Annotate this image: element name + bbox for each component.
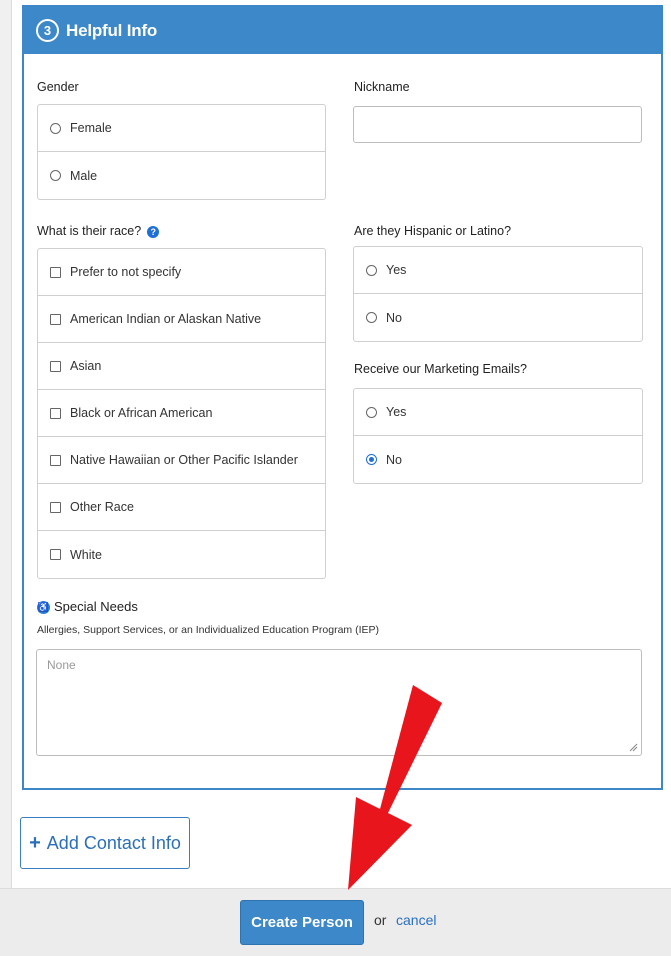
radio-selected-icon[interactable] (366, 454, 377, 465)
hispanic-option-no[interactable]: No (354, 294, 642, 341)
race-option-american-indian[interactable]: American Indian or Alaskan Native (38, 296, 325, 343)
add-contact-info-button[interactable]: + Add Contact Info (20, 817, 190, 869)
radio-icon[interactable] (366, 312, 377, 323)
red-arrow-annotation (348, 685, 442, 890)
race-option-label: Asian (70, 359, 102, 373)
race-option-label: Black or African American (70, 406, 213, 420)
checkbox-icon[interactable] (50, 313, 61, 325)
create-person-button[interactable]: Create Person (240, 900, 364, 945)
accessibility-icon: ♿ (37, 601, 50, 615)
special-needs-label-text: Special Needs (54, 599, 138, 614)
checkbox-icon[interactable] (50, 454, 61, 466)
gender-options: Female Male (37, 104, 326, 200)
race-option-asian[interactable]: Asian (38, 343, 325, 390)
resize-grip-icon[interactable] (628, 742, 638, 752)
gender-option-label: Male (70, 168, 98, 183)
gender-option-female[interactable]: Female (38, 105, 325, 152)
panel-title: Helpful Info (66, 20, 158, 40)
checkbox-icon[interactable] (50, 266, 61, 278)
race-option-label: Native Hawaiian or Other Pacific Islande… (70, 453, 298, 467)
marketing-option-label: No (386, 452, 402, 467)
radio-icon[interactable] (366, 406, 377, 418)
gender-option-label: Female (70, 121, 112, 135)
race-option-label: White (70, 547, 102, 562)
nickname-input[interactable] (353, 106, 642, 143)
radio-icon[interactable] (50, 170, 61, 181)
panel-header: 3 Helpful Info (24, 7, 661, 54)
special-needs-label: ♿ Special Needs (37, 599, 138, 615)
marketing-label: Receive our Marketing Emails? (354, 362, 527, 376)
page-side-edge (0, 0, 12, 890)
race-label: What is their race?? (37, 224, 160, 238)
question-circle-icon[interactable]: ? (147, 225, 160, 238)
race-option-white[interactable]: White (38, 531, 325, 578)
race-options: Prefer to not specify American Indian or… (37, 248, 326, 579)
gender-option-male[interactable]: Male (38, 152, 325, 199)
special-needs-help-text: Allergies, Support Services, or an Indiv… (37, 624, 379, 636)
checkbox-icon[interactable] (50, 501, 61, 513)
nickname-label: Nickname (354, 80, 410, 94)
checkbox-icon[interactable] (50, 407, 61, 419)
marketing-option-yes[interactable]: Yes (354, 389, 642, 436)
step-number-badge: 3 (36, 19, 59, 42)
gender-label: Gender (37, 80, 79, 94)
race-option-native-hawaiian[interactable]: Native Hawaiian or Other Pacific Islande… (38, 437, 325, 484)
cancel-link[interactable]: cancel (396, 912, 436, 928)
hispanic-option-label: Yes (386, 263, 407, 277)
marketing-option-no[interactable]: No (354, 436, 642, 483)
hispanic-label: Are they Hispanic or Latino? (354, 224, 512, 238)
add-contact-label: Add Contact Info (46, 832, 181, 853)
race-option-label: Other Race (70, 500, 134, 514)
marketing-option-label: Yes (386, 405, 407, 419)
radio-icon[interactable] (50, 122, 61, 134)
checkbox-icon[interactable] (50, 549, 61, 560)
race-option-black[interactable]: Black or African American (38, 390, 325, 437)
hispanic-option-label: No (386, 310, 402, 325)
race-option-other[interactable]: Other Race (38, 484, 325, 531)
race-label-text: What is their race? (37, 224, 142, 238)
textarea-placeholder: None (47, 658, 76, 672)
hispanic-options: Yes No (353, 246, 643, 342)
or-text: or (374, 912, 387, 928)
radio-icon[interactable] (366, 264, 377, 276)
race-option-label: American Indian or Alaskan Native (70, 312, 262, 326)
plus-icon: + (29, 832, 41, 854)
hispanic-option-yes[interactable]: Yes (354, 247, 642, 294)
checkbox-icon[interactable] (50, 360, 61, 372)
race-option-prefer-not[interactable]: Prefer to not specify (38, 249, 325, 296)
marketing-options: Yes No (353, 388, 643, 484)
race-option-label: Prefer to not specify (70, 265, 182, 279)
